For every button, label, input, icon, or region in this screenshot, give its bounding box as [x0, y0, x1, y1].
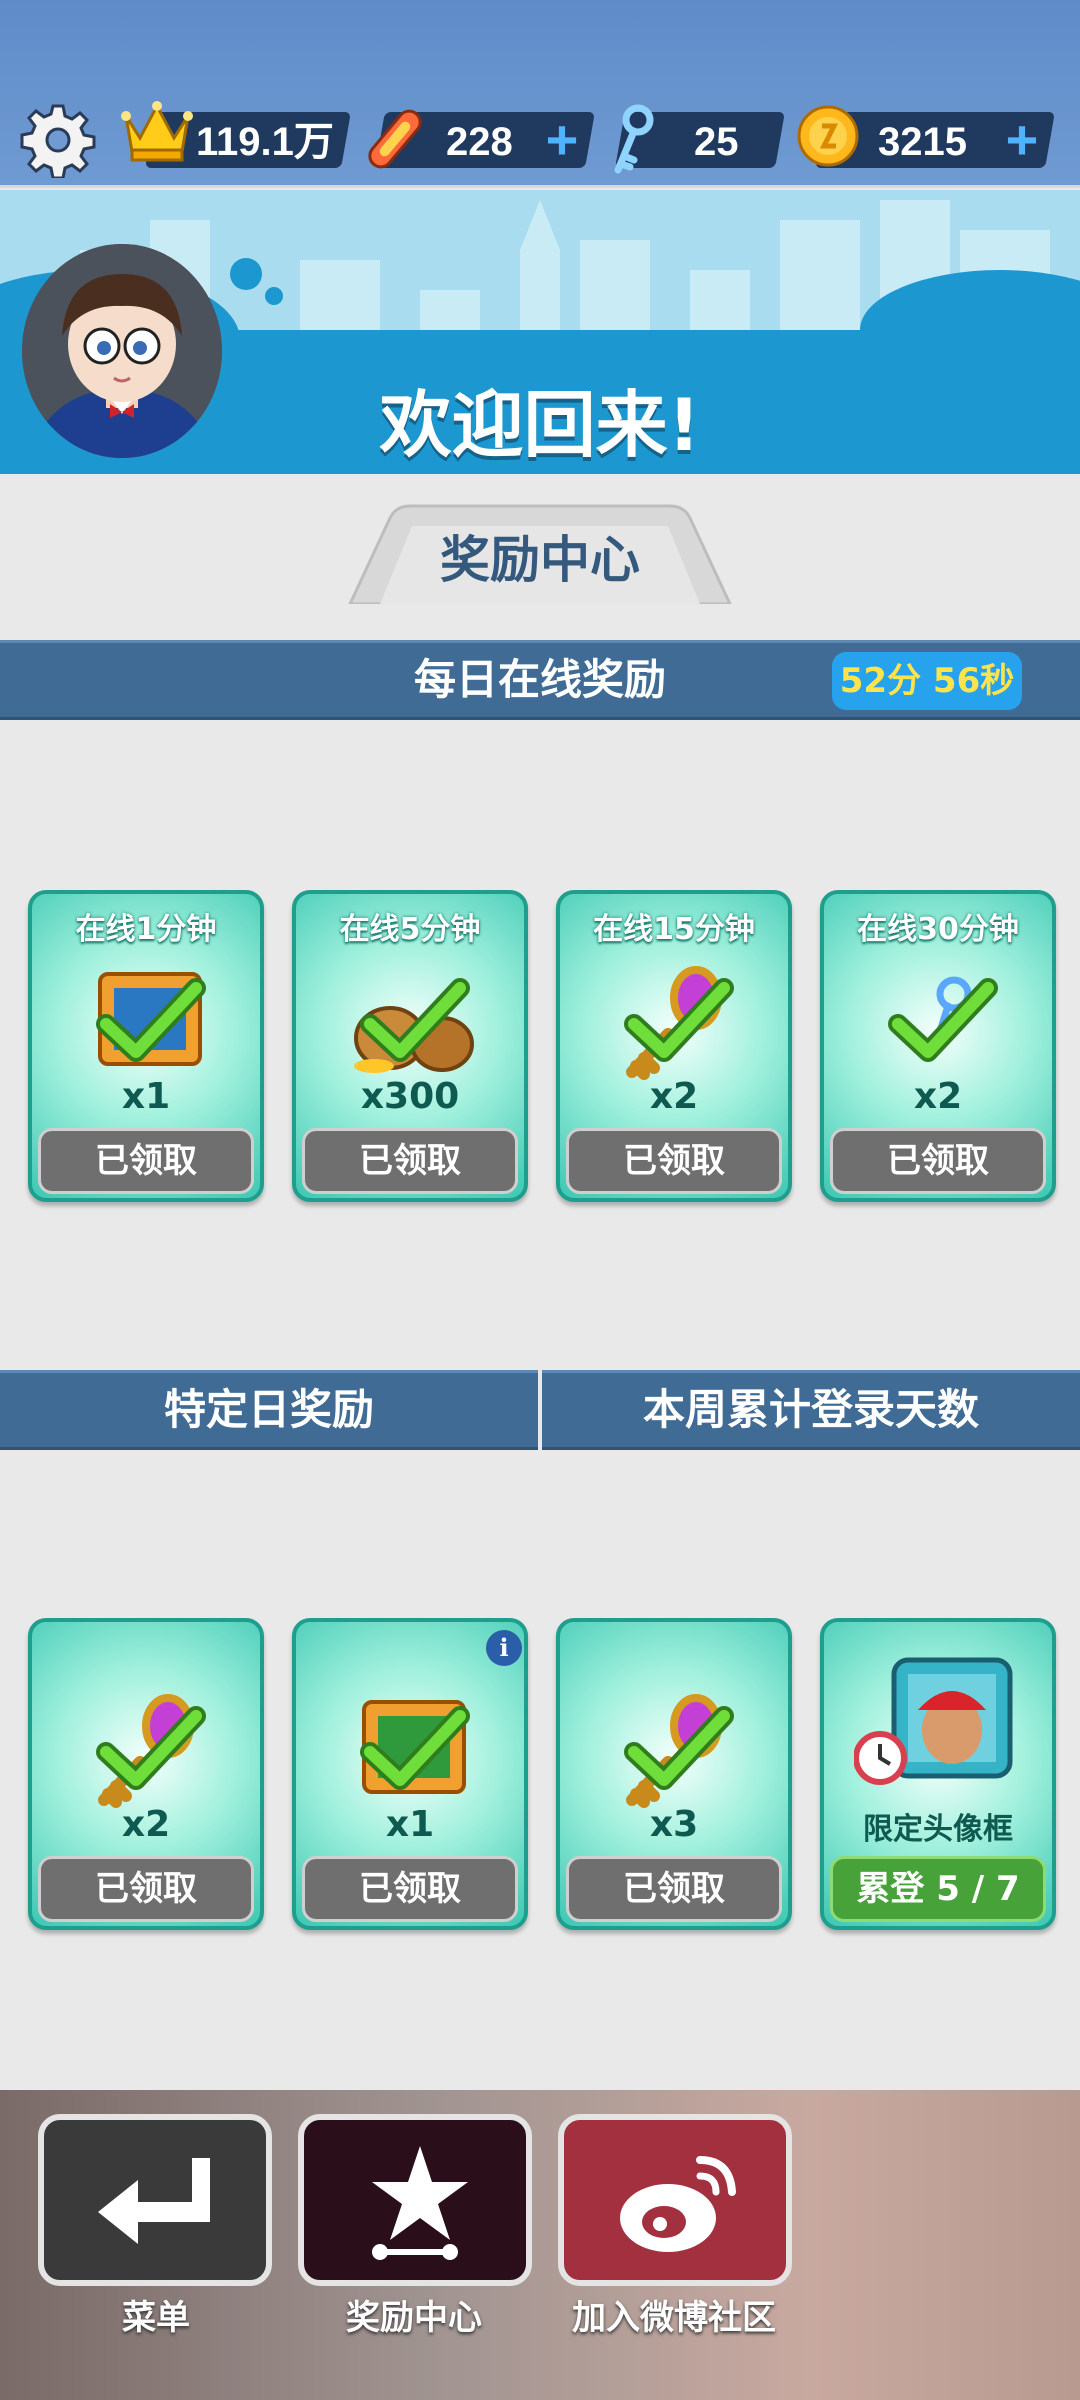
- claimed-button[interactable]: 已领取: [38, 1856, 254, 1922]
- money-bag-icon: [354, 978, 474, 1073]
- claimed-button[interactable]: 已领取: [302, 1128, 518, 1194]
- mystery-box-icon: [360, 1700, 470, 1794]
- special-day-header: 特定日奖励: [0, 1370, 538, 1450]
- key-icon: [614, 104, 654, 174]
- card-title: 在线30分钟: [857, 912, 1019, 947]
- special-day-title: 特定日奖励: [163, 1385, 374, 1434]
- key-icon: [96, 1694, 206, 1808]
- crown-value: 119.1万: [196, 120, 334, 164]
- gear-icon[interactable]: [20, 102, 96, 178]
- claimed-button[interactable]: 已领取: [302, 1856, 518, 1922]
- claimed-button[interactable]: 已领取: [566, 1128, 782, 1194]
- avatar-frame-icon: [854, 1657, 1013, 1785]
- coin-icon: [797, 105, 859, 167]
- card-title: 在线15分钟: [593, 912, 755, 947]
- weekly-login-header: 本周累计登录天数: [542, 1370, 1080, 1450]
- weibo-community-button[interactable]: [558, 2114, 792, 2286]
- daily-online-title: 每日在线奖励: [413, 655, 666, 704]
- card-quantity: x1: [121, 1076, 171, 1117]
- claimed-button[interactable]: 已领取: [566, 1856, 782, 1922]
- online-timer: 52分 56秒: [832, 652, 1022, 710]
- hoverboard-value: 228: [446, 120, 513, 164]
- weibo-community-label: 加入微博社区: [572, 2298, 776, 2338]
- reward-center-tab-label: 奖励中心: [440, 531, 640, 589]
- online-reward-card-4[interactable]: 在线30分钟 x2 已领取: [820, 890, 1056, 1202]
- login-progress-button[interactable]: 累登 5 / 7: [830, 1856, 1046, 1922]
- card-title: 在线5分钟: [339, 912, 481, 947]
- coin-value: 3215: [878, 120, 967, 164]
- menu-button[interactable]: [38, 2114, 272, 2286]
- card-quantity: x2: [913, 1076, 963, 1117]
- crown-icon: [121, 101, 193, 162]
- online-reward-card-2[interactable]: 在线5分钟 x300 已领取: [292, 890, 528, 1202]
- online-reward-card-3[interactable]: 在线15分钟 x2 已领取: [556, 890, 792, 1202]
- mystery-box-icon: [96, 972, 206, 1066]
- card-quantity: x2: [121, 1804, 171, 1845]
- special-reward-card-3[interactable]: x3 已领取: [556, 1618, 792, 1930]
- return-arrow-icon: [98, 2158, 210, 2244]
- claimed-button[interactable]: 已领取: [830, 1128, 1046, 1194]
- card-quantity: x300: [360, 1076, 460, 1117]
- weibo-icon: [620, 2156, 736, 2252]
- reward-center-label: 奖励中心: [346, 2298, 482, 2338]
- add-hoverboard-button[interactable]: +: [540, 112, 584, 168]
- key-icon: [624, 966, 734, 1080]
- claimed-button[interactable]: 已领取: [38, 1128, 254, 1194]
- hoverboard-icon: [368, 109, 422, 169]
- reward-center-button[interactable]: [298, 2114, 532, 2286]
- menu-label: 菜单: [122, 2298, 190, 2338]
- key-icon: [624, 1694, 734, 1808]
- card-quantity: 限定头像框: [863, 1812, 1013, 1847]
- star-trophy-icon: [372, 2146, 468, 2260]
- online-reward-card-1[interactable]: 在线1分钟 x1 已领取: [28, 890, 264, 1202]
- card-quantity: x3: [649, 1804, 699, 1845]
- add-coin-button[interactable]: +: [1000, 112, 1044, 168]
- key-value: 25: [694, 120, 739, 164]
- welcome-title: 欢迎回来!: [379, 383, 701, 467]
- weekly-login-card[interactable]: 限定头像框 累登 5 / 7: [820, 1618, 1056, 1930]
- info-icon[interactable]: i: [486, 1630, 522, 1666]
- special-reward-card-1[interactable]: x2 已领取: [28, 1618, 264, 1930]
- weekly-login-title: 本周累计登录天数: [642, 1385, 979, 1434]
- key-icon: [888, 976, 998, 1062]
- card-title: 在线1分钟: [75, 912, 217, 947]
- special-reward-card-2[interactable]: i x1 已领取: [292, 1618, 528, 1930]
- card-quantity: x1: [385, 1804, 435, 1845]
- card-quantity: x2: [649, 1076, 699, 1117]
